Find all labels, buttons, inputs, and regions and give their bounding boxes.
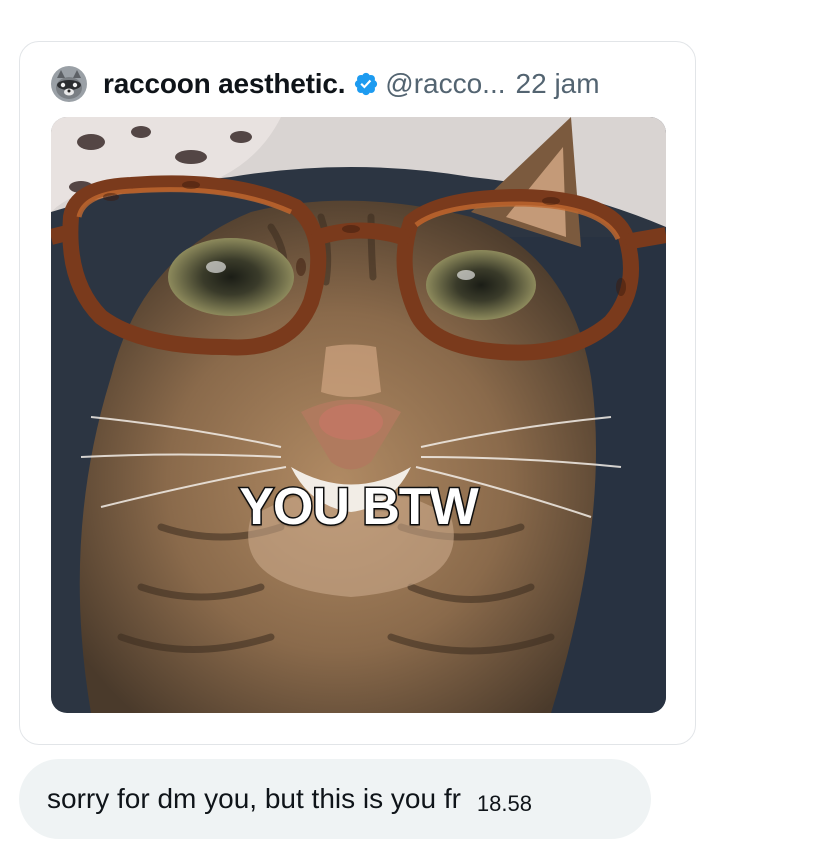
post-header: raccoon aesthetic. @racco... 22 jam xyxy=(51,64,600,104)
message-timestamp: 18.58 xyxy=(476,791,532,816)
post-timestamp[interactable]: 22 jam xyxy=(516,68,600,100)
message-text: sorry for dm you, but this is you fr xyxy=(47,783,461,814)
cat-meme-photo xyxy=(51,117,666,713)
author-name[interactable]: raccoon aesthetic. xyxy=(103,68,345,100)
meme-caption-text: YOU BTW xyxy=(238,477,481,538)
post-media-image[interactable]: YOU BTW xyxy=(51,117,666,713)
avatar[interactable] xyxy=(51,66,87,102)
message-bubble[interactable]: sorry for dm you, but this is you fr 18.… xyxy=(19,759,651,839)
verified-badge-icon xyxy=(355,72,378,96)
author-handle[interactable]: @racco... xyxy=(385,68,505,100)
